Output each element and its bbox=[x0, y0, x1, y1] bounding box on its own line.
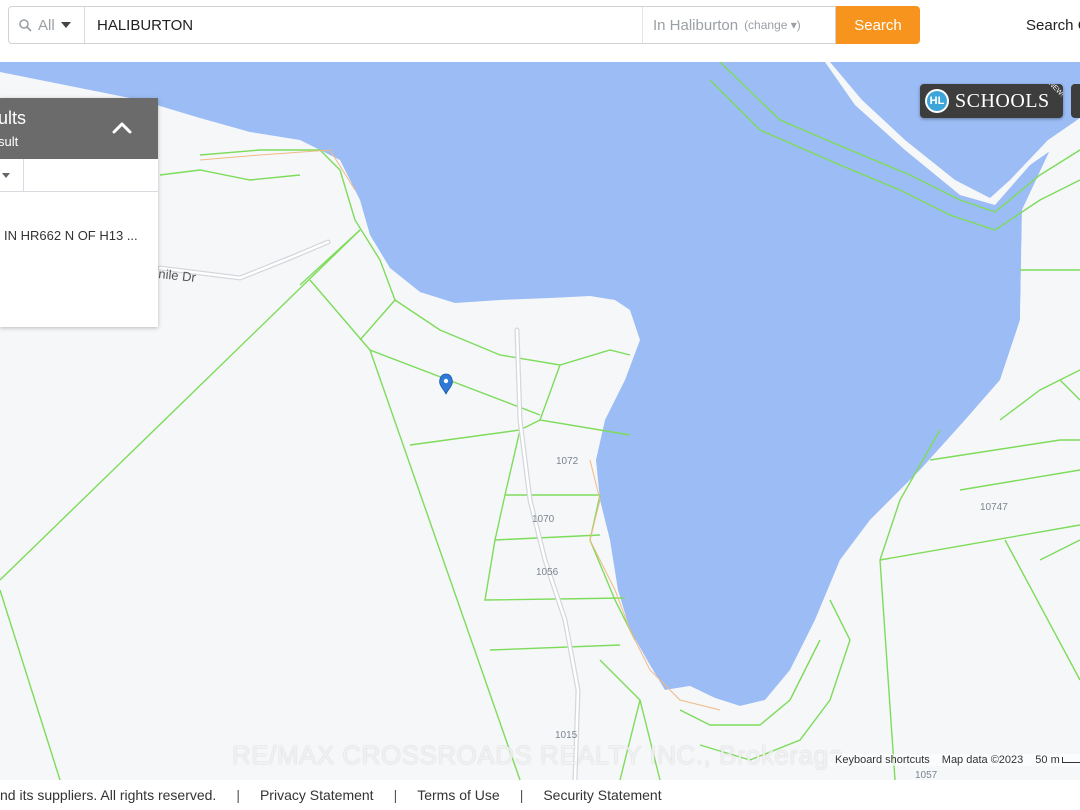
page-footer: nd its suppliers. All rights reserved. |… bbox=[0, 780, 1080, 810]
roads bbox=[157, 239, 581, 780]
search-icon bbox=[19, 18, 32, 32]
lot-label-1057: 1057 bbox=[915, 770, 938, 780]
scope-label: All bbox=[38, 16, 55, 34]
schools-button[interactable]: HL SCHOOLS NEW! bbox=[920, 84, 1063, 118]
keyboard-shortcuts-link[interactable]: Keyboard shortcuts bbox=[829, 754, 936, 766]
scale-bar bbox=[1061, 757, 1080, 763]
divider: | bbox=[236, 787, 240, 803]
chevron-down-icon bbox=[2, 172, 10, 178]
divider: | bbox=[393, 787, 398, 803]
results-header: ults sult bbox=[0, 98, 158, 159]
schools-logo-icon: HL bbox=[925, 89, 949, 113]
location-marker-icon[interactable] bbox=[439, 373, 453, 395]
top-search-bar: All In Haliburton (change ▾) Search Sear… bbox=[0, 0, 1080, 62]
map-data-label: Map data ©2023 bbox=[935, 754, 1030, 766]
scope-dropdown[interactable]: All bbox=[9, 7, 85, 43]
change-location-link[interactable]: (change ▾) bbox=[744, 18, 801, 32]
privacy-statement-link[interactable]: Privacy Statement bbox=[260, 787, 374, 803]
brokerage-watermark: RE/MAX CROSSROADS REALTY INC., Brokerage bbox=[232, 740, 844, 770]
sort-dropdown[interactable] bbox=[0, 159, 24, 191]
search-input[interactable] bbox=[85, 7, 642, 43]
search-button[interactable]: Search bbox=[836, 6, 920, 44]
lot-label-1070: 1070 bbox=[532, 514, 555, 525]
copyright-text: nd its suppliers. All rights reserved. bbox=[0, 787, 217, 803]
results-sort-bar bbox=[0, 159, 158, 192]
result-list-item[interactable]: IN HR662 N OF H13 ... bbox=[4, 228, 138, 243]
map-canvas[interactable]: nile Dr 1072 1070 1056 1015 10747 1057 bbox=[0, 62, 1080, 780]
chevron-up-icon[interactable] bbox=[112, 118, 132, 138]
divider: | bbox=[519, 787, 524, 803]
security-statement-link[interactable]: Security Statement bbox=[543, 787, 661, 803]
scale-label: 50 m bbox=[1029, 754, 1080, 766]
chevron-down-icon bbox=[60, 22, 71, 28]
search-box: All In Haliburton (change ▾) bbox=[8, 6, 836, 44]
location-label: In Haliburton bbox=[653, 16, 739, 34]
map-layer-button[interactable] bbox=[1071, 84, 1080, 118]
road-label: nile Dr bbox=[158, 266, 198, 285]
terms-of-use-link[interactable]: Terms of Use bbox=[417, 787, 499, 803]
results-panel: ults sult IN HR662 N OF H13 ... bbox=[0, 98, 158, 327]
search-options-link[interactable]: Search C bbox=[1026, 17, 1080, 34]
lot-label-1056: 1056 bbox=[536, 567, 559, 578]
map-attribution: Keyboard shortcuts Map data ©2023 50 m bbox=[829, 751, 1080, 769]
map-layer: nile Dr 1072 1070 1056 1015 10747 1057 bbox=[0, 62, 1080, 780]
location-filter: In Haliburton (change ▾) bbox=[642, 7, 835, 43]
lot-label-10747: 10747 bbox=[980, 502, 1008, 513]
lot-label-1072: 1072 bbox=[556, 456, 579, 467]
results-count: sult bbox=[0, 134, 19, 149]
schools-label: SCHOOLS bbox=[955, 89, 1050, 112]
results-title: ults bbox=[0, 108, 27, 128]
